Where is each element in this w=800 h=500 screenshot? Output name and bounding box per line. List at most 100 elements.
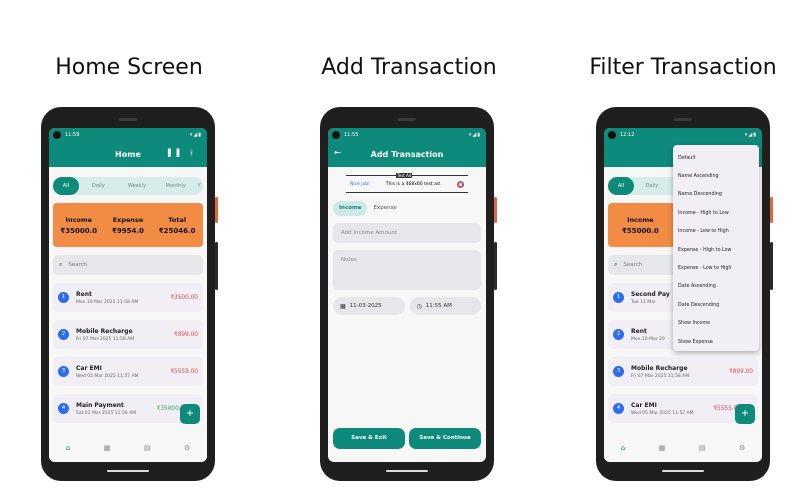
arrow-back-icon[interactable]: ← bbox=[334, 148, 341, 157]
list-item[interactable]: 1 Rent Mon 10 Mar 2025 11:58 AM ₹3500.00 bbox=[53, 283, 203, 312]
menu-item-date-desc[interactable]: Date Descending bbox=[673, 296, 759, 314]
appbar-actions: ▐▌⋮ bbox=[165, 149, 201, 157]
date-picker[interactable]: ▦ 11-03-2025 bbox=[333, 297, 405, 315]
expense-value: ₹9954.0 bbox=[112, 226, 144, 235]
tx-amount: ₹5555.00 bbox=[170, 368, 198, 375]
power-button bbox=[215, 197, 218, 223]
search-icon: ⌕ bbox=[614, 261, 618, 268]
phone-home: 11:59 ▾◢▮ Home ▐▌⋮ All Daily Weekly Mont… bbox=[41, 107, 218, 481]
camera-hole bbox=[53, 131, 61, 139]
index-badge: 2 bbox=[58, 329, 69, 340]
time-value: 11:55 AM bbox=[425, 303, 452, 309]
plus-icon: + bbox=[740, 408, 750, 419]
index-badge: 1 bbox=[613, 292, 624, 303]
caption-add: Add Transaction bbox=[321, 55, 497, 80]
status-icons: ▾◢▮ bbox=[744, 131, 757, 138]
status-icons: ▾◢▮ bbox=[189, 131, 202, 138]
plus-icon: + bbox=[185, 408, 195, 419]
chart-icon[interactable]: ▐▌ bbox=[165, 149, 188, 157]
menu-item-date-asc[interactable]: Date Ascending bbox=[673, 278, 759, 296]
tx-amount: ₹899.00 bbox=[729, 368, 753, 375]
ad-left-text: Nice job! bbox=[350, 181, 370, 187]
home-icon[interactable]: ⌂ bbox=[66, 444, 70, 452]
menu-item-income-high-low[interactable]: Income - High to Low bbox=[673, 204, 759, 222]
ad-badge: Test Ad bbox=[396, 173, 413, 178]
clock-icon: ◷ bbox=[416, 302, 422, 310]
menu-item-expense-low-high[interactable]: Expense - Low to High bbox=[673, 259, 759, 277]
speaker bbox=[398, 118, 416, 121]
tx-amount: ₹899.00 bbox=[174, 331, 198, 338]
index-badge: 1 bbox=[58, 292, 69, 303]
tx-title: Mobile Recharge bbox=[631, 364, 688, 372]
tab-daily[interactable]: Daily bbox=[79, 183, 118, 189]
speaker bbox=[119, 118, 137, 121]
menu-item-name-asc[interactable]: Name Ascending bbox=[673, 167, 759, 185]
tx-title: Car EMI bbox=[631, 401, 657, 409]
tx-date: Mon 10 Mar 2025 11:58 AM bbox=[76, 299, 139, 305]
notes-field[interactable]: Notes bbox=[333, 250, 481, 290]
document-icon[interactable]: ▤ bbox=[144, 444, 151, 452]
tab-monthly[interactable]: Monthly bbox=[156, 183, 195, 189]
menu-item-name-desc[interactable]: Name Descending bbox=[673, 186, 759, 204]
caption-home: Home Screen bbox=[55, 55, 203, 80]
status-time: 12:12 bbox=[620, 131, 635, 138]
tab-yearly[interactable]: Y bbox=[195, 183, 203, 189]
index-badge: 2 bbox=[613, 329, 624, 340]
home-icon[interactable]: ⌂ bbox=[621, 444, 625, 452]
save-continue-button[interactable]: Save & Continue bbox=[409, 428, 481, 449]
search-placeholder: Search bbox=[623, 262, 643, 268]
action-buttons: Save & Exit Save & Continue bbox=[333, 428, 481, 449]
gesture-bar bbox=[107, 470, 149, 472]
menu-item-show-expense[interactable]: Show Expense bbox=[673, 333, 759, 351]
list-item[interactable]: 3 Car EMI Wed 05 Mar 2025 11:57 AM ₹5555.… bbox=[53, 357, 203, 386]
period-tabs: All Daily Weekly Monthly Y bbox=[53, 177, 203, 195]
settings-icon[interactable]: ⚙ bbox=[184, 444, 190, 452]
menu-item-income-low-high[interactable]: Income - Low to High bbox=[673, 223, 759, 241]
phone-filter: 12:12 ▾◢▮ All Daily Income₹55000.0 E₹ ⌕ … bbox=[596, 107, 773, 481]
sort-filter-menu: Default Name Ascending Name Descending I… bbox=[673, 145, 759, 351]
tab-all[interactable]: All bbox=[608, 177, 634, 195]
list-item[interactable]: 3 Mobile Recharge Fri 07 Mar 2025 11:58 A… bbox=[608, 357, 758, 386]
gesture-bar bbox=[386, 470, 428, 472]
total-value: ₹25046.0 bbox=[158, 226, 196, 235]
time-picker[interactable]: ◷ 11:55 AM bbox=[409, 297, 481, 315]
menu-item-default[interactable]: Default bbox=[673, 149, 759, 167]
page-title: Add Transaction bbox=[370, 149, 444, 159]
total-label: Total bbox=[168, 215, 187, 224]
document-icon[interactable]: ▤ bbox=[699, 444, 706, 452]
tab-all[interactable]: All bbox=[53, 177, 79, 195]
calendar-icon: ▦ bbox=[340, 302, 346, 310]
status-bar: 11:55 ▾◢▮ bbox=[328, 128, 486, 141]
caption-filter: Filter Transaction bbox=[589, 55, 777, 80]
add-screen: 11:55 ▾◢▮ ← Add Transaction Nice job! Te… bbox=[328, 128, 486, 462]
gesture-bar bbox=[662, 470, 704, 472]
camera-hole bbox=[608, 131, 616, 139]
tx-title: Car EMI bbox=[76, 364, 102, 372]
expense-label: Expense bbox=[112, 215, 144, 224]
home-screen: 11:59 ▾◢▮ Home ▐▌⋮ All Daily Weekly Mont… bbox=[49, 128, 207, 462]
ad-logo-icon bbox=[457, 180, 464, 188]
settings-icon[interactable]: ⚙ bbox=[739, 444, 745, 452]
tab-weekly[interactable]: Weekly bbox=[118, 183, 157, 189]
status-bar: 11:59 ▾◢▮ bbox=[49, 128, 207, 141]
tab-daily[interactable]: Daily bbox=[634, 183, 670, 189]
summary-card: Income ₹35000.0 Expense ₹9954.0 Total ₹2504… bbox=[53, 203, 203, 247]
more-vert-icon[interactable]: ⋮ bbox=[188, 149, 201, 157]
calendar-icon[interactable]: ▦ bbox=[659, 444, 666, 452]
page-title: Home bbox=[115, 149, 141, 159]
test-ad-banner[interactable]: Nice job! Test Ad This is a 468x60 test … bbox=[346, 173, 468, 193]
menu-item-expense-high-low[interactable]: Expense - High to Low bbox=[673, 241, 759, 259]
showcase: Home Screen Add Transaction Filter Trans… bbox=[0, 0, 800, 500]
datetime-pickers: ▦ 11-03-2025 ◷ 11:55 AM bbox=[333, 297, 481, 315]
search-input[interactable]: ⌕ Search bbox=[53, 255, 203, 275]
list-item[interactable]: 2 Mobile Recharge Fri 07 Mar 2025 11:58 A… bbox=[53, 320, 203, 349]
save-exit-button[interactable]: Save & Exit bbox=[333, 428, 405, 449]
calendar-icon[interactable]: ▦ bbox=[104, 444, 111, 452]
tab-expense[interactable]: Expense bbox=[367, 201, 402, 216]
add-transaction-button[interactable]: + bbox=[735, 404, 755, 424]
bottom-nav: ⌂ ▦ ▤ ⚙ bbox=[49, 434, 207, 462]
menu-item-show-income[interactable]: Show Income bbox=[673, 315, 759, 333]
tab-income[interactable]: Income bbox=[333, 201, 368, 216]
add-transaction-button[interactable]: + bbox=[180, 404, 200, 424]
amount-field[interactable]: Add Income Amount bbox=[333, 223, 481, 243]
